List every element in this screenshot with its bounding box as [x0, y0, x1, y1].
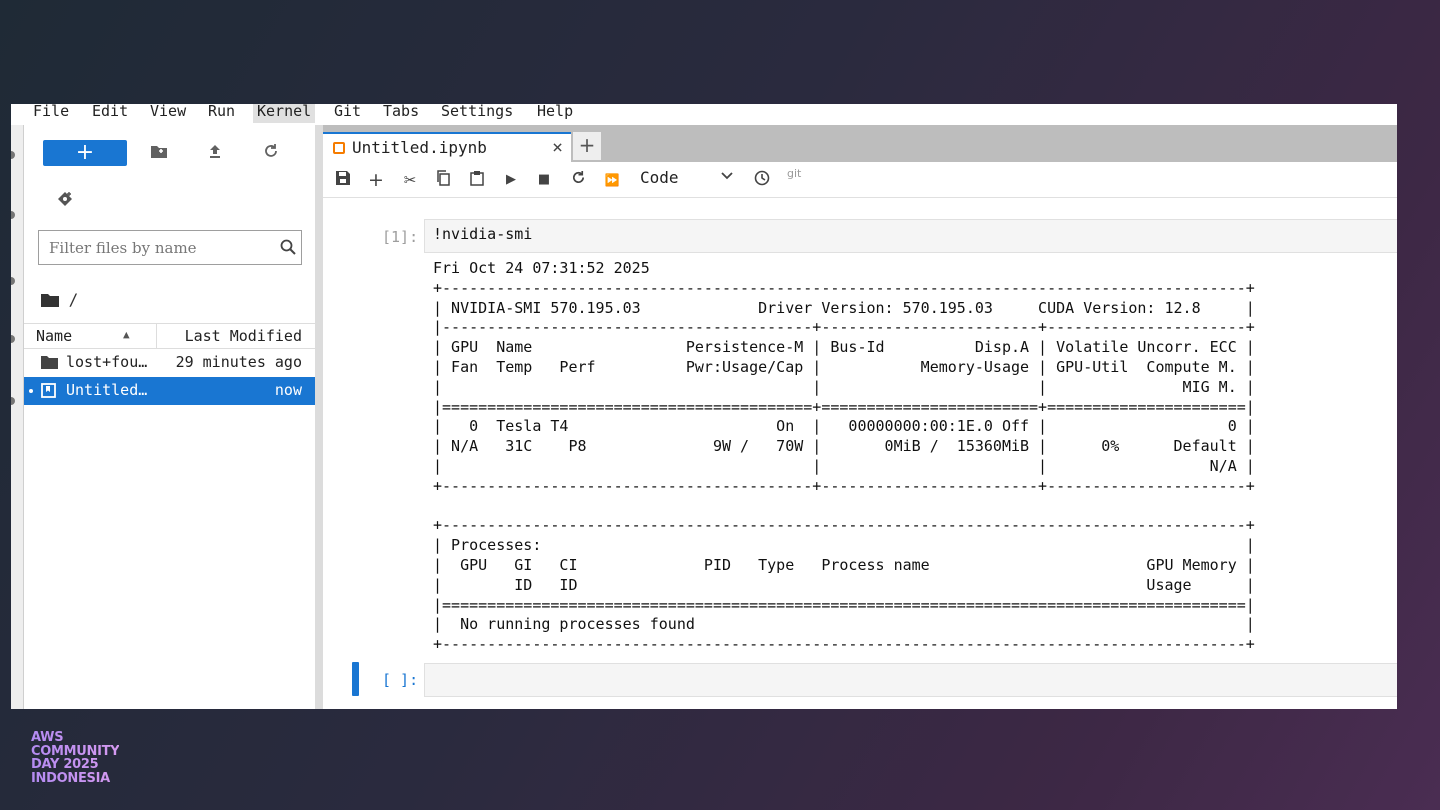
notebook-icon: [41, 383, 56, 402]
git-label[interactable]: git: [787, 167, 801, 180]
refresh-icon[interactable]: [261, 143, 281, 163]
file-modified: now: [274, 381, 302, 399]
sort-ascending-icon: ▲: [123, 328, 130, 341]
rail-folder-icon[interactable]: [11, 151, 15, 159]
menu-settings[interactable]: Settings: [437, 104, 517, 123]
menu-bar: File Edit View Run Kernel Git Tabs Setti…: [11, 104, 1397, 125]
menu-run[interactable]: Run: [204, 104, 239, 123]
logo-line: DAY 2025: [31, 758, 119, 772]
close-icon[interactable]: ×: [552, 137, 563, 158]
menu-kernel[interactable]: Kernel: [253, 104, 316, 123]
tab-label: Untitled.ipynb: [352, 138, 487, 157]
rail-extension-icon[interactable]: [11, 397, 15, 405]
menu-edit[interactable]: Edit: [88, 104, 132, 123]
activity-rail: [11, 125, 24, 709]
rail-git-icon[interactable]: [11, 277, 15, 285]
file-list-header: Name ▲ Last Modified: [24, 323, 315, 349]
filter-files-input[interactable]: [39, 231, 269, 264]
file-browser: + / Name ▲ Last Modified: [24, 125, 315, 709]
restart-icon[interactable]: [568, 170, 588, 190]
file-name: lost+fou…: [66, 353, 148, 371]
rail-toc-icon[interactable]: [11, 335, 15, 343]
breadcrumb-root[interactable]: /: [69, 290, 79, 309]
folder-icon: [41, 290, 59, 309]
logo-line: COMMUNITY: [31, 743, 120, 759]
column-divider: [156, 324, 157, 348]
file-modified: 29 minutes ago: [175, 353, 302, 371]
run-icon[interactable]: ▶: [501, 170, 521, 190]
menu-file[interactable]: File: [29, 104, 73, 123]
fast-forward-icon[interactable]: ⏩: [602, 170, 622, 190]
copy-icon[interactable]: [433, 170, 453, 190]
running-indicator: [29, 389, 33, 393]
code-cell-input[interactable]: !nvidia-smi: [424, 219, 1397, 253]
folder-icon: [41, 355, 58, 373]
cell-type-select[interactable]: Code: [640, 168, 679, 187]
menu-git[interactable]: Git: [330, 104, 365, 123]
cell-prompt: [ ]:: [382, 671, 419, 689]
panel-splitter[interactable]: [315, 125, 323, 709]
menu-tabs[interactable]: Tabs: [379, 104, 423, 123]
logo-line: AWS: [31, 731, 119, 745]
active-cell-indicator: [352, 662, 359, 696]
event-logo: AWS COMMUNITY DAY 2025 INDONESIA: [31, 731, 120, 786]
new-launcher-button[interactable]: +: [43, 140, 127, 166]
file-name: Untitled…: [66, 381, 148, 399]
notebook-area: Untitled.ipynb × + + ✂ ▶ ■ ⏩ Code git [1…: [323, 125, 1397, 709]
rail-running-icon[interactable]: [11, 211, 15, 219]
breadcrumb[interactable]: /: [41, 290, 78, 309]
insert-cell-icon[interactable]: +: [366, 170, 386, 190]
stop-icon[interactable]: ■: [534, 170, 554, 190]
clock-icon[interactable]: [752, 170, 772, 190]
new-tab-button[interactable]: +: [573, 132, 601, 160]
file-row-untitled[interactable]: Untitled… now: [24, 377, 315, 405]
search-icon: [279, 238, 299, 258]
git-clone-icon[interactable]: [55, 190, 75, 210]
tab-untitled-ipynb[interactable]: Untitled.ipynb ×: [323, 132, 571, 162]
paste-icon[interactable]: [467, 170, 487, 190]
column-last-modified[interactable]: Last Modified: [185, 327, 302, 345]
cut-icon[interactable]: ✂: [400, 170, 420, 190]
new-folder-icon[interactable]: [149, 143, 169, 163]
save-icon[interactable]: [333, 170, 353, 190]
notebook-toolbar: + ✂ ▶ ■ ⏩ Code git: [323, 162, 1397, 198]
jupyterlab-window: File Edit View Run Kernel Git Tabs Setti…: [11, 104, 1397, 709]
upload-icon[interactable]: [205, 143, 225, 163]
menu-view[interactable]: View: [146, 104, 190, 123]
cell-output: Fri Oct 24 07:31:52 2025 +--------------…: [433, 259, 1255, 654]
file-row-lost-found[interactable]: lost+fou… 29 minutes ago: [24, 349, 315, 377]
tab-bar: Untitled.ipynb × +: [323, 125, 1397, 162]
column-name[interactable]: Name: [36, 327, 72, 345]
menu-help[interactable]: Help: [533, 104, 577, 123]
cell-prompt: [1]:: [382, 228, 419, 246]
empty-code-cell-input[interactable]: [424, 663, 1397, 697]
filter-files-box: [38, 230, 302, 265]
logo-line: INDONESIA: [31, 771, 119, 786]
chevron-down-icon[interactable]: [721, 169, 733, 185]
notebook-icon: [333, 142, 345, 154]
